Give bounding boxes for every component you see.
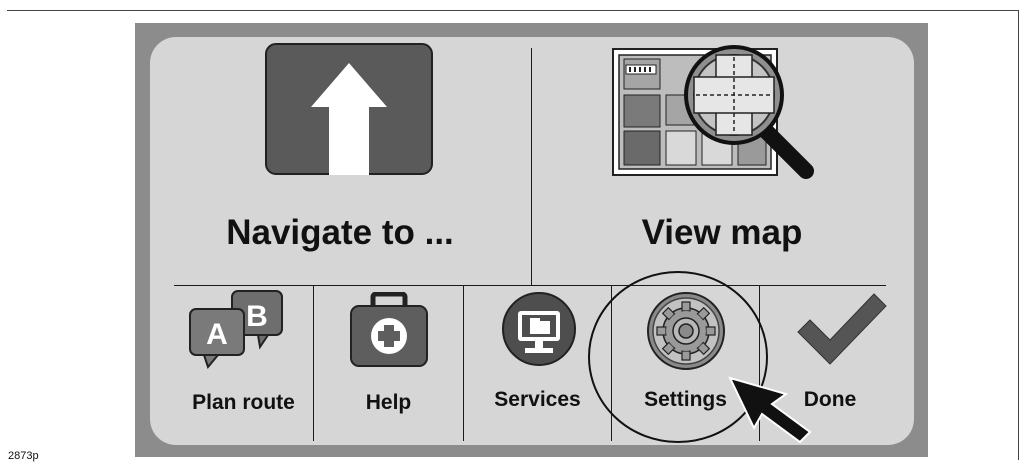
bubble-letter-a: A — [206, 318, 228, 351]
figure-reference: 2873p — [8, 450, 39, 462]
checkmark-icon — [796, 292, 888, 366]
view-map-label: View map — [641, 213, 803, 252]
help-button[interactable]: Help — [314, 286, 463, 441]
map-magnifier-icon — [612, 43, 832, 183]
bubble-letter-b: B — [246, 300, 268, 333]
navigate-to-label: Navigate to ... — [226, 213, 454, 252]
plan-route-button[interactable]: B A Plan route — [174, 286, 313, 441]
navigate-to-button[interactable]: Navigate to ... — [150, 37, 531, 285]
up-arrow-icon — [265, 43, 433, 175]
view-map-button[interactable]: View map — [532, 37, 914, 285]
first-aid-kit-icon — [349, 292, 429, 368]
ab-speech-bubbles-icon: B A — [188, 289, 288, 369]
help-label: Help — [365, 391, 412, 414]
plan-route-label: Plan route — [192, 391, 295, 414]
pointer-arrow-icon — [728, 376, 812, 444]
monitor-icon — [501, 291, 577, 367]
